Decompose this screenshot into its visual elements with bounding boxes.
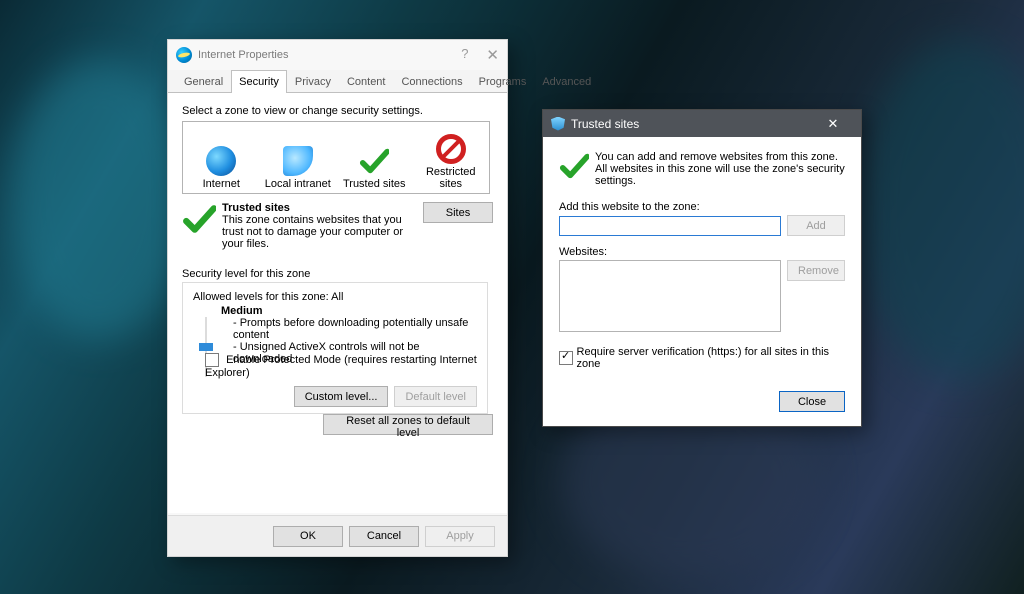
window-title: Trusted sites (571, 117, 639, 131)
checkmark-icon (559, 151, 589, 187)
intro-text: You can add and remove websites from thi… (595, 151, 845, 187)
tab-privacy[interactable]: Privacy (287, 70, 339, 93)
zone-large-icon (182, 202, 222, 250)
security-level-label: Security level for this zone (182, 268, 493, 280)
titlebar[interactable]: Internet Properties ? ✕ (168, 40, 507, 70)
zone-title: Trusted sites (222, 202, 415, 214)
default-level-button[interactable]: Default level (394, 386, 477, 407)
dialog-footer: OK Cancel Apply (168, 515, 507, 556)
tab-security[interactable]: Security (231, 70, 287, 94)
ok-button[interactable]: OK (273, 526, 343, 547)
tab-content[interactable]: Content (339, 70, 394, 93)
globe-icon (206, 146, 236, 176)
level-detail-1: - Prompts before downloading potentially… (233, 317, 477, 341)
websites-listbox[interactable] (559, 260, 781, 332)
zone-local-intranet[interactable]: Local intranet (262, 146, 334, 190)
tab-strip: General Security Privacy Content Connect… (168, 70, 507, 93)
custom-level-button[interactable]: Custom level... (294, 386, 389, 407)
zone-list: Internet Local intranet Trusted sites Re… (182, 121, 490, 194)
require-https-checkbox[interactable]: ✓ (559, 351, 573, 365)
close-dialog-button[interactable]: Close (779, 391, 845, 412)
security-level-box: Allowed levels for this zone: All Medium… (182, 282, 488, 414)
tab-programs[interactable]: Programs (471, 70, 535, 93)
shield-icon (551, 117, 565, 131)
cancel-button[interactable]: Cancel (349, 526, 419, 547)
titlebar[interactable]: Trusted sites ✕ (543, 110, 861, 137)
reset-all-zones-button[interactable]: Reset all zones to default level (323, 414, 493, 435)
help-button[interactable]: ? (461, 46, 468, 64)
internet-properties-window: Internet Properties ? ✕ General Security… (167, 39, 508, 557)
zone-description: This zone contains websites that you tru… (222, 214, 415, 250)
websites-label: Websites: (559, 246, 845, 258)
add-website-input[interactable] (559, 216, 781, 236)
intranet-icon (283, 146, 313, 176)
close-button[interactable]: ✕ (486, 46, 499, 64)
ie-icon (176, 47, 192, 63)
protected-mode-checkbox[interactable] (205, 353, 219, 367)
tab-general[interactable]: General (176, 70, 231, 93)
protected-mode-label: Enable Protected Mode (requires restarti… (205, 354, 477, 379)
zone-trusted-sites[interactable]: Trusted sites (338, 146, 410, 190)
window-title: Internet Properties (198, 49, 289, 61)
prohibited-icon (436, 134, 466, 164)
add-button[interactable]: Add (787, 215, 845, 236)
remove-button[interactable]: Remove (787, 260, 845, 281)
zone-internet[interactable]: Internet (185, 146, 257, 190)
trusted-sites-window: Trusted sites ✕ You can add and remove w… (542, 109, 862, 427)
zone-instruction: Select a zone to view or change security… (182, 105, 493, 117)
allowed-levels-text: Allowed levels for this zone: All (193, 291, 477, 303)
checkmark-icon (359, 146, 389, 176)
tab-connections[interactable]: Connections (393, 70, 470, 93)
apply-button[interactable]: Apply (425, 526, 495, 547)
tab-advanced[interactable]: Advanced (534, 70, 599, 93)
sites-button[interactable]: Sites (423, 202, 493, 223)
add-website-label: Add this website to the zone: (559, 201, 845, 213)
require-https-label: Require server verification (https:) for… (577, 346, 845, 370)
level-name: Medium (221, 305, 477, 317)
zone-restricted-sites[interactable]: Restricted sites (415, 134, 487, 190)
close-button[interactable]: ✕ (813, 110, 853, 137)
